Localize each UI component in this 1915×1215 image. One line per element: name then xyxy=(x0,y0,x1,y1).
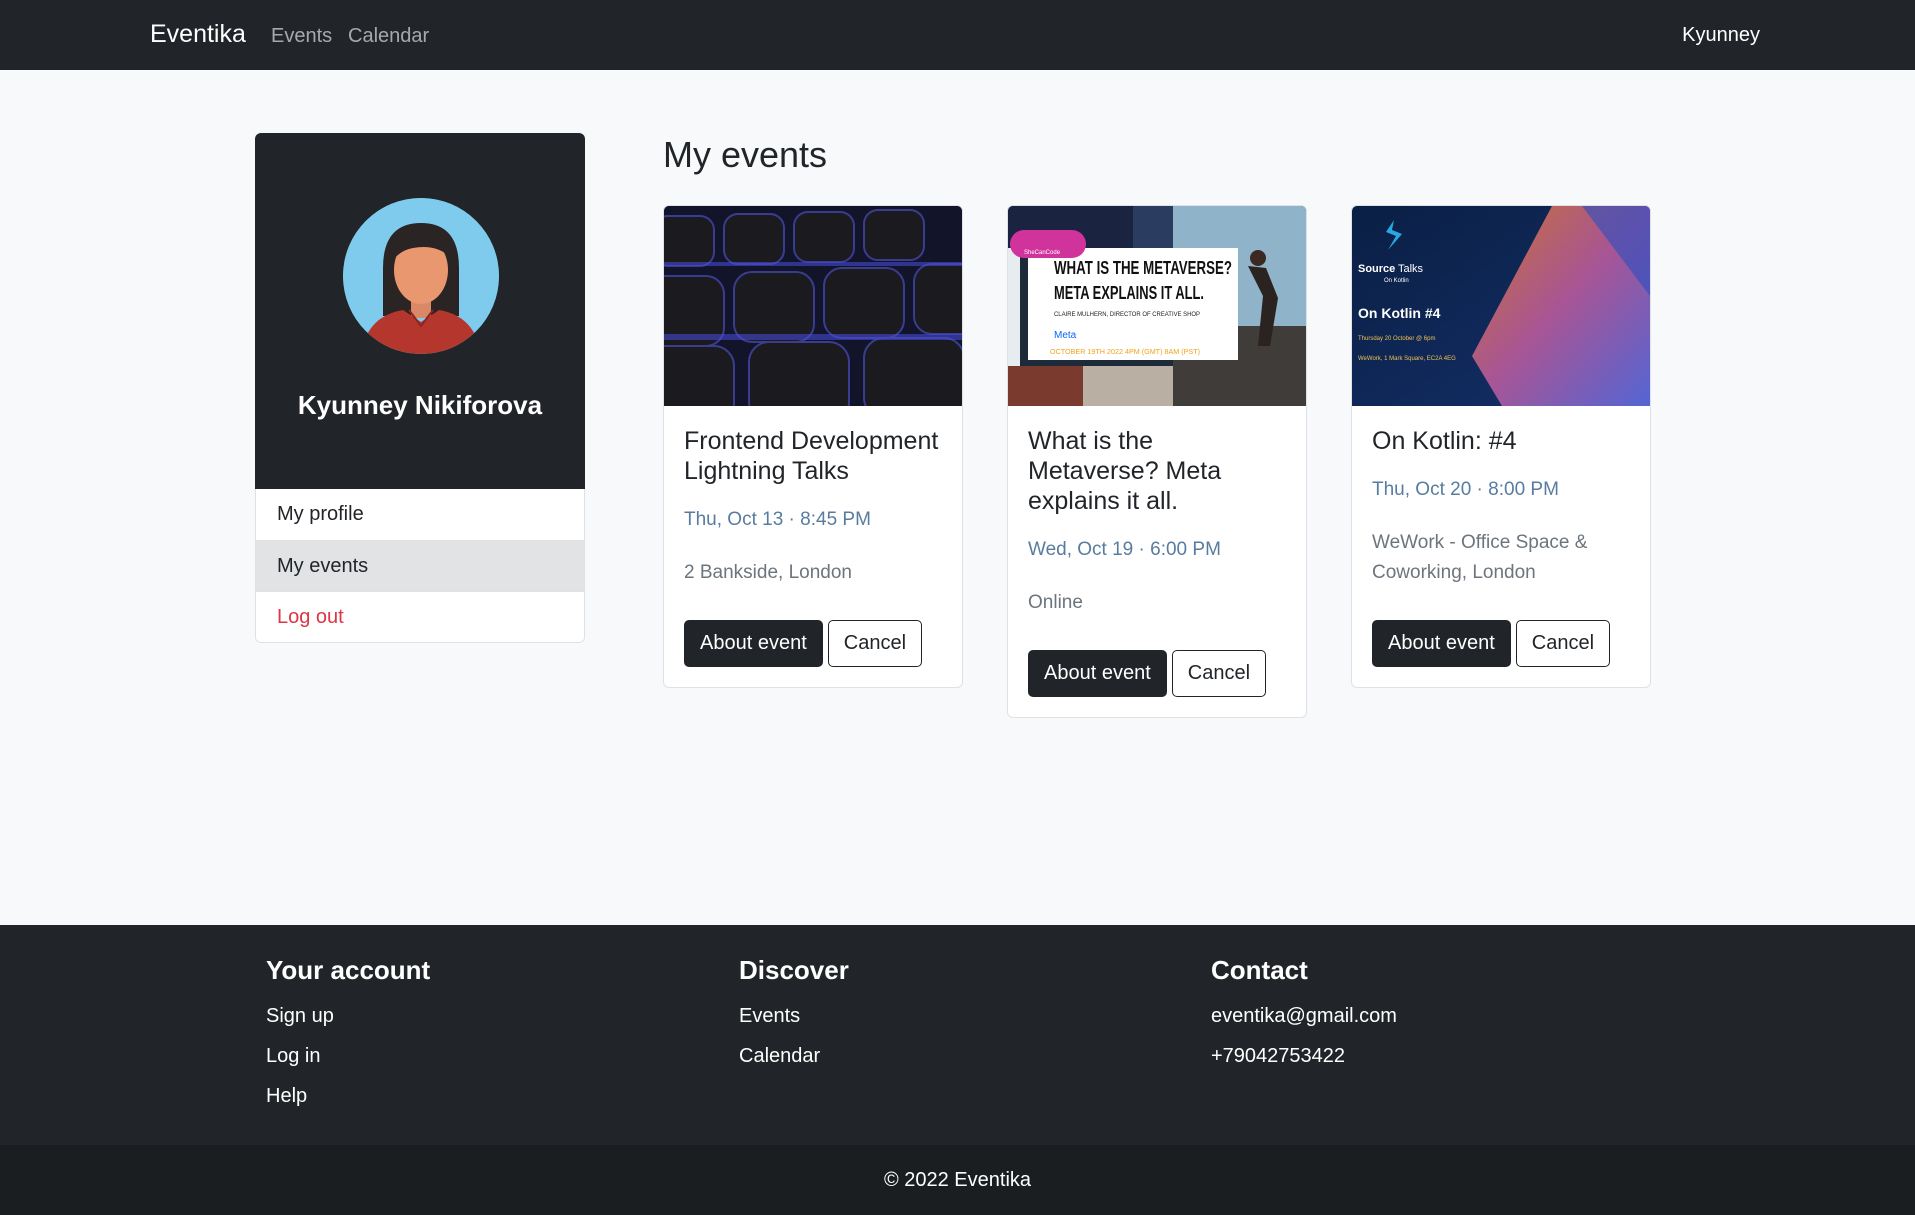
nav-user-link[interactable]: Kyunney xyxy=(1682,24,1760,47)
poster-headline-2: META EXPLAINS IT ALL. xyxy=(1054,283,1204,303)
profile-card: Kyunney Nikiforova xyxy=(255,133,585,489)
poster-speaker: CLAIRE MULHERN, DIRECTOR OF CREATIVE SHO… xyxy=(1054,312,1200,318)
event-location: WeWork - Office Space & Coworking, Londo… xyxy=(1372,532,1588,583)
poster-when: Thursday 20 October @ 6pm xyxy=(1358,336,1435,342)
footer-column-contact: Contact eventika@gmail.com +79042753422 xyxy=(1211,955,1397,1076)
sidebar-menu: My profile My events Log out xyxy=(255,489,585,643)
poster-headline-1: WHAT IS THE METAVERSE? xyxy=(1054,258,1232,278)
navbar: Eventika Events Calendar Kyunney xyxy=(0,0,1915,70)
footer-link-sign-up[interactable]: Sign up xyxy=(266,996,430,1036)
footer-link-phone[interactable]: +79042753422 xyxy=(1211,1036,1397,1076)
avatar xyxy=(343,198,499,354)
copyright: © 2022 Eventika xyxy=(0,1145,1915,1215)
footer-column-account: Your account Sign up Log in Help xyxy=(266,955,430,1116)
event-image[interactable]: Source Talks On Kotlin On Kotlin #4 Thur… xyxy=(1352,206,1650,406)
event-image[interactable] xyxy=(664,206,962,406)
footer-heading: Your account xyxy=(266,955,431,985)
poster-where: WeWork, 1 Mark Square, EC2A 4EG xyxy=(1358,356,1456,362)
about-event-button[interactable]: About event xyxy=(1028,650,1167,697)
footer-link-email[interactable]: eventika@gmail.com xyxy=(1211,996,1397,1036)
cancel-button[interactable]: Cancel xyxy=(1515,620,1611,667)
poster-brand-bold: Source xyxy=(1358,263,1395,275)
poster-headline: On Kotlin #4 xyxy=(1358,305,1441,321)
card-actions: About event Cancel xyxy=(1372,620,1630,667)
footer-heading: Discover xyxy=(739,955,849,985)
card-body: Frontend Development Lightning Talks Thu… xyxy=(664,406,962,687)
card-actions: About event Cancel xyxy=(684,620,942,667)
nav-link-calendar[interactable]: Calendar xyxy=(348,25,429,48)
footer-link-help[interactable]: Help xyxy=(266,1076,430,1116)
event-image[interactable]: SheCanCode WHAT IS THE METAVERSE? META E… xyxy=(1008,206,1306,406)
poster-brand: Meta xyxy=(1054,330,1077,341)
brand-link[interactable]: Eventika xyxy=(150,20,246,49)
poster-sub: On Kotlin xyxy=(1384,278,1409,284)
event-card: Source Talks On Kotlin On Kotlin #4 Thur… xyxy=(1351,205,1651,688)
event-date: Thu, Oct 20 · 8:00 PM xyxy=(1372,479,1559,500)
footer-heading: Contact xyxy=(1211,955,1308,985)
event-location: Online xyxy=(1028,592,1083,613)
sidebar-item-my-events[interactable]: My events xyxy=(256,540,584,591)
profile-name: Kyunney Nikiforova xyxy=(297,390,543,420)
about-event-button[interactable]: About event xyxy=(1372,620,1511,667)
poster-when: OCTOBER 19TH 2022 4PM (GMT) 8AM (PST) xyxy=(1050,349,1200,356)
cancel-button[interactable]: Cancel xyxy=(1171,650,1267,697)
avatar-icon xyxy=(343,198,499,354)
poster-badge-text: SheCanCode xyxy=(1024,250,1061,256)
footer-link-calendar[interactable]: Calendar xyxy=(739,1036,849,1076)
event-title[interactable]: What is the Metaverse? Meta explains it … xyxy=(1028,426,1286,516)
card-body: On Kotlin: #4 Thu, Oct 20 · 8:00 PM WeWo… xyxy=(1352,406,1650,687)
footer-column-discover: Discover Events Calendar xyxy=(739,955,849,1076)
event-date: Thu, Oct 13 · 8:45 PM xyxy=(684,509,871,530)
card-actions: About event Cancel xyxy=(1028,650,1286,697)
event-title[interactable]: On Kotlin: #4 xyxy=(1372,426,1630,456)
event-location: 2 Bankside, London xyxy=(684,562,852,583)
cancel-button[interactable]: Cancel xyxy=(827,620,923,667)
about-event-button[interactable]: About event xyxy=(684,620,823,667)
sidebar-item-log-out[interactable]: Log out xyxy=(256,591,584,642)
nav-link-events[interactable]: Events xyxy=(271,25,332,48)
footer: Your account Sign up Log in Help Discove… xyxy=(0,925,1915,1145)
event-title[interactable]: Frontend Development Lightning Talks xyxy=(684,426,942,486)
sidebar-item-my-profile[interactable]: My profile xyxy=(256,489,584,540)
event-card: Frontend Development Lightning Talks Thu… xyxy=(663,205,963,688)
poster-brand-rest: Talks xyxy=(1398,263,1424,275)
card-body: What is the Metaverse? Meta explains it … xyxy=(1008,406,1306,717)
page-title: My events xyxy=(663,134,828,175)
event-date: Wed, Oct 19 · 6:00 PM xyxy=(1028,539,1221,560)
footer-link-events[interactable]: Events xyxy=(739,996,849,1036)
footer-link-log-in[interactable]: Log in xyxy=(266,1036,430,1076)
event-card: SheCanCode WHAT IS THE METAVERSE? META E… xyxy=(1007,205,1307,718)
